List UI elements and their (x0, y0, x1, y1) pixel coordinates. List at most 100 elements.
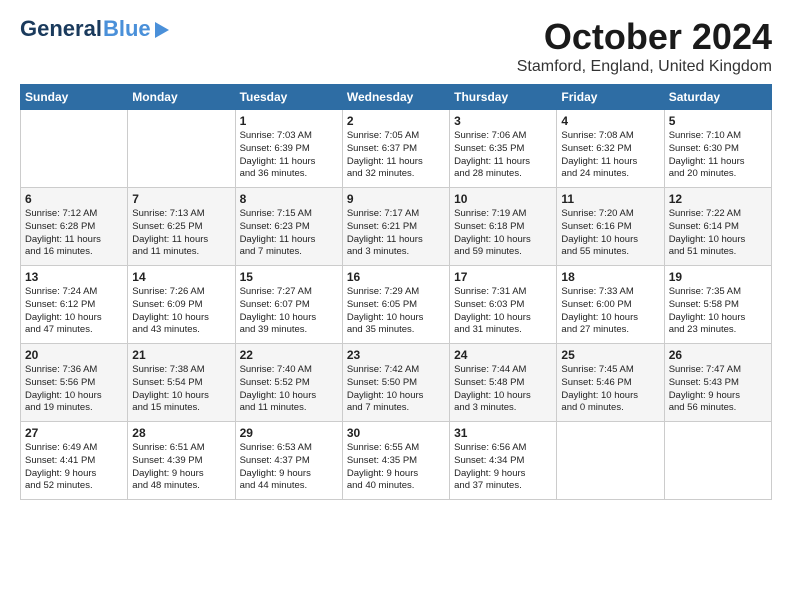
cell-daylight-info: Sunrise: 7:38 AM Sunset: 5:54 PM Dayligh… (132, 364, 230, 415)
cell-daylight-info: Sunrise: 7:42 AM Sunset: 5:50 PM Dayligh… (347, 364, 445, 415)
calendar-cell: 31 Sunrise: 6:56 AM Sunset: 4:34 PM Dayli… (450, 422, 557, 500)
cell-daylight-info: Sunrise: 7:24 AM Sunset: 6:12 PM Dayligh… (25, 286, 123, 337)
cell-daylight-info: Sunrise: 7:08 AM Sunset: 6:32 PM Dayligh… (561, 130, 659, 181)
header-cell-monday: Monday (128, 85, 235, 110)
calendar-cell: 27 Sunrise: 6:49 AM Sunset: 4:41 PM Dayli… (21, 422, 128, 500)
cell-daylight-info: Sunrise: 6:56 AM Sunset: 4:34 PM Dayligh… (454, 442, 552, 493)
week-row: 27 Sunrise: 6:49 AM Sunset: 4:41 PM Dayli… (21, 422, 772, 500)
day-number: 10 (454, 192, 552, 206)
header-cell-wednesday: Wednesday (342, 85, 449, 110)
day-number: 12 (669, 192, 767, 206)
calendar-cell: 28 Sunrise: 6:51 AM Sunset: 4:39 PM Dayli… (128, 422, 235, 500)
day-number: 28 (132, 426, 230, 440)
cell-daylight-info: Sunrise: 7:31 AM Sunset: 6:03 PM Dayligh… (454, 286, 552, 337)
cell-daylight-info: Sunrise: 7:36 AM Sunset: 5:56 PM Dayligh… (25, 364, 123, 415)
calendar-cell: 8Sunrise: 7:15 AM Sunset: 6:23 PM Daylig… (235, 188, 342, 266)
cell-daylight-info: Sunrise: 7:10 AM Sunset: 6:30 PM Dayligh… (669, 130, 767, 181)
cell-daylight-info: Sunrise: 6:55 AM Sunset: 4:35 PM Dayligh… (347, 442, 445, 493)
calendar-cell: 6Sunrise: 7:12 AM Sunset: 6:28 PM Daylig… (21, 188, 128, 266)
cell-daylight-info: Sunrise: 7:40 AM Sunset: 5:52 PM Dayligh… (240, 364, 338, 415)
day-number: 14 (132, 270, 230, 284)
cell-daylight-info: Sunrise: 7:44 AM Sunset: 5:48 PM Dayligh… (454, 364, 552, 415)
calendar-cell: 17 Sunrise: 7:31 AM Sunset: 6:03 PM Dayli… (450, 266, 557, 344)
week-row: 6Sunrise: 7:12 AM Sunset: 6:28 PM Daylig… (21, 188, 772, 266)
calendar-cell: 9 Sunrise: 7:17 AM Sunset: 6:21 PM Daylig… (342, 188, 449, 266)
calendar-cell: 3 Sunrise: 7:06 AM Sunset: 6:35 PM Daylig… (450, 110, 557, 188)
day-number: 13 (25, 270, 123, 284)
logo: General Blue (20, 16, 171, 42)
day-number: 3 (454, 114, 552, 128)
calendar-cell (21, 110, 128, 188)
cell-daylight-info: Sunrise: 7:33 AM Sunset: 6:00 PM Dayligh… (561, 286, 659, 337)
cell-daylight-info: Sunrise: 6:53 AM Sunset: 4:37 PM Dayligh… (240, 442, 338, 493)
calendar-cell: 26Sunrise: 7:47 AM Sunset: 5:43 PM Dayli… (664, 344, 771, 422)
calendar-cell: 1Sunrise: 7:03 AM Sunset: 6:39 PM Daylig… (235, 110, 342, 188)
title-block: October 2024 Stamford, England, United K… (517, 16, 772, 76)
calendar-cell: 19Sunrise: 7:35 AM Sunset: 5:58 PM Dayli… (664, 266, 771, 344)
calendar-cell: 21 Sunrise: 7:38 AM Sunset: 5:54 PM Dayli… (128, 344, 235, 422)
day-number: 9 (347, 192, 445, 206)
day-number: 8 (240, 192, 338, 206)
calendar-cell (128, 110, 235, 188)
calendar-cell: 24 Sunrise: 7:44 AM Sunset: 5:48 PM Dayli… (450, 344, 557, 422)
calendar-cell: 2 Sunrise: 7:05 AM Sunset: 6:37 PM Daylig… (342, 110, 449, 188)
day-number: 22 (240, 348, 338, 362)
calendar-cell: 10Sunrise: 7:19 AM Sunset: 6:18 PM Dayli… (450, 188, 557, 266)
day-number: 18 (561, 270, 659, 284)
cell-daylight-info: Sunrise: 7:06 AM Sunset: 6:35 PM Dayligh… (454, 130, 552, 181)
day-number: 20 (25, 348, 123, 362)
day-number: 31 (454, 426, 552, 440)
calendar-cell: 15 Sunrise: 7:27 AM Sunset: 6:07 PM Dayli… (235, 266, 342, 344)
calendar-cell: 20 Sunrise: 7:36 AM Sunset: 5:56 PM Dayli… (21, 344, 128, 422)
header-cell-saturday: Saturday (664, 85, 771, 110)
header-cell-sunday: Sunday (21, 85, 128, 110)
calendar-cell: 12Sunrise: 7:22 AM Sunset: 6:14 PM Dayli… (664, 188, 771, 266)
calendar-cell: 22 Sunrise: 7:40 AM Sunset: 5:52 PM Dayli… (235, 344, 342, 422)
week-row: 13 Sunrise: 7:24 AM Sunset: 6:12 PM Dayli… (21, 266, 772, 344)
day-number: 1 (240, 114, 338, 128)
day-number: 29 (240, 426, 338, 440)
page-title: October 2024 (517, 16, 772, 58)
page: General Blue October 2024 Stamford, Engl… (0, 0, 792, 510)
calendar-cell: 13 Sunrise: 7:24 AM Sunset: 6:12 PM Dayli… (21, 266, 128, 344)
header-cell-thursday: Thursday (450, 85, 557, 110)
day-number: 21 (132, 348, 230, 362)
day-number: 2 (347, 114, 445, 128)
day-number: 15 (240, 270, 338, 284)
day-number: 5 (669, 114, 767, 128)
calendar-cell: 16Sunrise: 7:29 AM Sunset: 6:05 PM Dayli… (342, 266, 449, 344)
cell-daylight-info: Sunrise: 7:27 AM Sunset: 6:07 PM Dayligh… (240, 286, 338, 337)
calendar-cell: 30 Sunrise: 6:55 AM Sunset: 4:35 PM Dayli… (342, 422, 449, 500)
cell-daylight-info: Sunrise: 7:26 AM Sunset: 6:09 PM Dayligh… (132, 286, 230, 337)
calendar-cell (557, 422, 664, 500)
day-number: 24 (454, 348, 552, 362)
calendar-cell (664, 422, 771, 500)
cell-daylight-info: Sunrise: 6:49 AM Sunset: 4:41 PM Dayligh… (25, 442, 123, 493)
day-number: 27 (25, 426, 123, 440)
day-number: 11 (561, 192, 659, 206)
day-number: 17 (454, 270, 552, 284)
logo-general: General (20, 16, 102, 42)
calendar-body: 1Sunrise: 7:03 AM Sunset: 6:39 PM Daylig… (21, 110, 772, 500)
calendar-cell: 18 Sunrise: 7:33 AM Sunset: 6:00 PM Dayli… (557, 266, 664, 344)
day-number: 16 (347, 270, 445, 284)
calendar-cell: 5 Sunrise: 7:10 AM Sunset: 6:30 PM Daylig… (664, 110, 771, 188)
day-number: 4 (561, 114, 659, 128)
cell-daylight-info: Sunrise: 7:17 AM Sunset: 6:21 PM Dayligh… (347, 208, 445, 259)
cell-daylight-info: Sunrise: 6:51 AM Sunset: 4:39 PM Dayligh… (132, 442, 230, 493)
day-number: 23 (347, 348, 445, 362)
day-number: 25 (561, 348, 659, 362)
logo-arrow-icon (153, 22, 171, 40)
calendar-header: SundayMondayTuesdayWednesdayThursdayFrid… (21, 85, 772, 110)
day-number: 30 (347, 426, 445, 440)
cell-daylight-info: Sunrise: 7:20 AM Sunset: 6:16 PM Dayligh… (561, 208, 659, 259)
day-number: 7 (132, 192, 230, 206)
calendar-table: SundayMondayTuesdayWednesdayThursdayFrid… (20, 84, 772, 500)
cell-daylight-info: Sunrise: 7:47 AM Sunset: 5:43 PM Dayligh… (669, 364, 767, 415)
header: General Blue October 2024 Stamford, Engl… (20, 16, 772, 76)
header-cell-friday: Friday (557, 85, 664, 110)
cell-daylight-info: Sunrise: 7:05 AM Sunset: 6:37 PM Dayligh… (347, 130, 445, 181)
calendar-cell: 7 Sunrise: 7:13 AM Sunset: 6:25 PM Daylig… (128, 188, 235, 266)
calendar-cell: 23 Sunrise: 7:42 AM Sunset: 5:50 PM Dayli… (342, 344, 449, 422)
cell-daylight-info: Sunrise: 7:13 AM Sunset: 6:25 PM Dayligh… (132, 208, 230, 259)
